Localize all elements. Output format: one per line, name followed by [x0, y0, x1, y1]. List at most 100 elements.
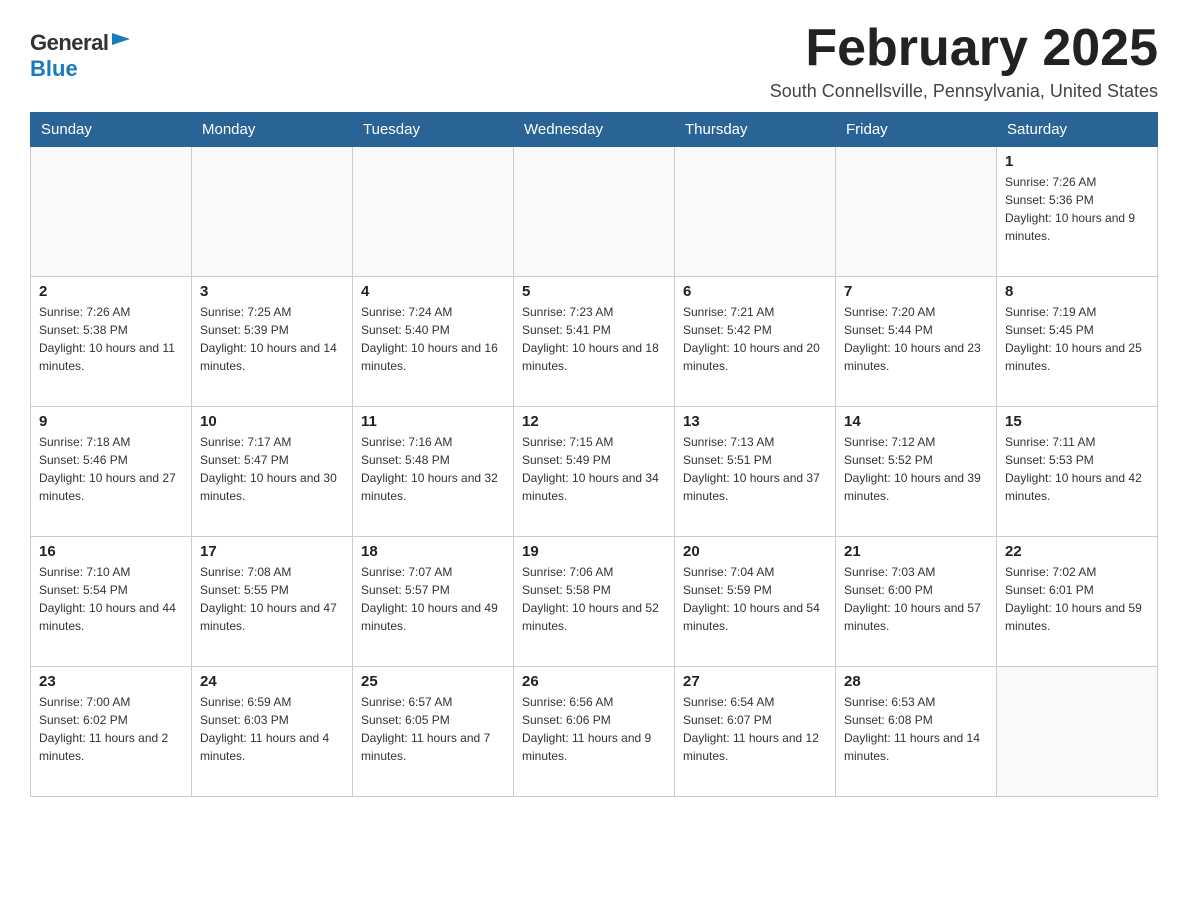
calendar-cell: 8 Sunrise: 7:19 AM Sunset: 5:45 PM Daylig…	[997, 277, 1158, 407]
day-info: Sunrise: 7:08 AM Sunset: 5:55 PM Dayligh…	[200, 563, 344, 635]
day-info: Sunrise: 7:15 AM Sunset: 5:49 PM Dayligh…	[522, 433, 666, 505]
day-info: Sunrise: 7:20 AM Sunset: 5:44 PM Dayligh…	[844, 303, 988, 375]
day-number: 12	[522, 413, 666, 430]
day-info: Sunrise: 7:12 AM Sunset: 5:52 PM Dayligh…	[844, 433, 988, 505]
calendar-dow-friday: Friday	[836, 113, 997, 147]
day-info: Sunrise: 7:19 AM Sunset: 5:45 PM Dayligh…	[1005, 303, 1149, 375]
calendar-dow-thursday: Thursday	[675, 113, 836, 147]
day-number: 8	[1005, 283, 1149, 300]
day-number: 17	[200, 543, 344, 560]
day-number: 7	[844, 283, 988, 300]
day-info: Sunrise: 7:18 AM Sunset: 5:46 PM Dayligh…	[39, 433, 183, 505]
day-number: 2	[39, 283, 183, 300]
day-info: Sunrise: 7:16 AM Sunset: 5:48 PM Dayligh…	[361, 433, 505, 505]
calendar-week-4: 16Sunrise: 7:10 AM Sunset: 5:54 PM Dayli…	[31, 537, 1158, 667]
calendar-cell	[675, 147, 836, 277]
calendar-cell: 28 Sunrise: 6:53 AM Sunset: 6:08 PM Dayli…	[836, 667, 997, 797]
day-number: 28	[844, 673, 988, 690]
day-number: 26	[522, 673, 666, 690]
calendar-cell	[192, 147, 353, 277]
calendar-cell: 26Sunrise: 6:56 AM Sunset: 6:06 PM Dayli…	[514, 667, 675, 797]
day-info: Sunrise: 7:24 AM Sunset: 5:40 PM Dayligh…	[361, 303, 505, 375]
day-info: Sunrise: 7:26 AM Sunset: 5:36 PM Dayligh…	[1005, 173, 1149, 245]
day-info: Sunrise: 7:13 AM Sunset: 5:51 PM Dayligh…	[683, 433, 827, 505]
day-number: 27	[683, 673, 827, 690]
calendar-table: SundayMondayTuesdayWednesdayThursdayFrid…	[30, 112, 1158, 797]
day-number: 9	[39, 413, 183, 430]
day-number: 20	[683, 543, 827, 560]
calendar-header-row: SundayMondayTuesdayWednesdayThursdayFrid…	[31, 113, 1158, 147]
calendar-dow-tuesday: Tuesday	[353, 113, 514, 147]
calendar-cell: 2 Sunrise: 7:26 AM Sunset: 5:38 PM Daylig…	[31, 277, 192, 407]
day-number: 1	[1005, 153, 1149, 170]
calendar-cell: 5Sunrise: 7:23 AM Sunset: 5:41 PM Daylig…	[514, 277, 675, 407]
location-subtitle: South Connellsville, Pennsylvania, Unite…	[770, 81, 1158, 102]
calendar-week-1: 1 Sunrise: 7:26 AM Sunset: 5:36 PM Daylig…	[31, 147, 1158, 277]
day-number: 5	[522, 283, 666, 300]
day-info: Sunrise: 7:26 AM Sunset: 5:38 PM Dayligh…	[39, 303, 183, 375]
day-info: Sunrise: 7:02 AM Sunset: 6:01 PM Dayligh…	[1005, 563, 1149, 635]
day-info: Sunrise: 6:57 AM Sunset: 6:05 PM Dayligh…	[361, 693, 505, 765]
calendar-cell: 7 Sunrise: 7:20 AM Sunset: 5:44 PM Daylig…	[836, 277, 997, 407]
calendar-cell: 16Sunrise: 7:10 AM Sunset: 5:54 PM Dayli…	[31, 537, 192, 667]
calendar-dow-saturday: Saturday	[997, 113, 1158, 147]
day-info: Sunrise: 6:54 AM Sunset: 6:07 PM Dayligh…	[683, 693, 827, 765]
calendar-cell: 23 Sunrise: 7:00 AM Sunset: 6:02 PM Dayli…	[31, 667, 192, 797]
day-info: Sunrise: 7:04 AM Sunset: 5:59 PM Dayligh…	[683, 563, 827, 635]
day-info: Sunrise: 7:06 AM Sunset: 5:58 PM Dayligh…	[522, 563, 666, 635]
day-number: 18	[361, 543, 505, 560]
calendar-cell: 6 Sunrise: 7:21 AM Sunset: 5:42 PM Daylig…	[675, 277, 836, 407]
logo-blue-text: Blue	[30, 56, 78, 82]
day-info: Sunrise: 7:17 AM Sunset: 5:47 PM Dayligh…	[200, 433, 344, 505]
calendar-cell: 15 Sunrise: 7:11 AM Sunset: 5:53 PM Dayli…	[997, 407, 1158, 537]
calendar-cell: 3 Sunrise: 7:25 AM Sunset: 5:39 PM Daylig…	[192, 277, 353, 407]
day-info: Sunrise: 7:07 AM Sunset: 5:57 PM Dayligh…	[361, 563, 505, 635]
day-info: Sunrise: 7:21 AM Sunset: 5:42 PM Dayligh…	[683, 303, 827, 375]
day-number: 23	[39, 673, 183, 690]
calendar-cell: 18 Sunrise: 7:07 AM Sunset: 5:57 PM Dayli…	[353, 537, 514, 667]
day-number: 15	[1005, 413, 1149, 430]
calendar-cell: 22 Sunrise: 7:02 AM Sunset: 6:01 PM Dayli…	[997, 537, 1158, 667]
calendar-cell: 9 Sunrise: 7:18 AM Sunset: 5:46 PM Daylig…	[31, 407, 192, 537]
calendar-cell	[836, 147, 997, 277]
calendar-cell: 13 Sunrise: 7:13 AM Sunset: 5:51 PM Dayli…	[675, 407, 836, 537]
calendar-cell: 1 Sunrise: 7:26 AM Sunset: 5:36 PM Daylig…	[997, 147, 1158, 277]
calendar-cell: 14 Sunrise: 7:12 AM Sunset: 5:52 PM Dayli…	[836, 407, 997, 537]
calendar-cell	[997, 667, 1158, 797]
title-section: February 2025 South Connellsville, Penns…	[770, 20, 1158, 102]
page-header: General Blue February 2025 South Connell…	[30, 20, 1158, 102]
calendar-cell: 17 Sunrise: 7:08 AM Sunset: 5:55 PM Dayli…	[192, 537, 353, 667]
calendar-cell	[31, 147, 192, 277]
day-number: 22	[1005, 543, 1149, 560]
day-number: 25	[361, 673, 505, 690]
logo-general-text: General	[30, 30, 108, 56]
day-info: Sunrise: 6:53 AM Sunset: 6:08 PM Dayligh…	[844, 693, 988, 765]
calendar-week-2: 2 Sunrise: 7:26 AM Sunset: 5:38 PM Daylig…	[31, 277, 1158, 407]
day-number: 13	[683, 413, 827, 430]
calendar-cell: 19 Sunrise: 7:06 AM Sunset: 5:58 PM Dayli…	[514, 537, 675, 667]
calendar-cell: 24Sunrise: 6:59 AM Sunset: 6:03 PM Dayli…	[192, 667, 353, 797]
logo: General Blue	[30, 20, 130, 82]
calendar-cell	[353, 147, 514, 277]
day-info: Sunrise: 7:03 AM Sunset: 6:00 PM Dayligh…	[844, 563, 988, 635]
day-number: 4	[361, 283, 505, 300]
calendar-dow-wednesday: Wednesday	[514, 113, 675, 147]
calendar-cell	[514, 147, 675, 277]
calendar-dow-monday: Monday	[192, 113, 353, 147]
day-info: Sunrise: 7:25 AM Sunset: 5:39 PM Dayligh…	[200, 303, 344, 375]
day-number: 14	[844, 413, 988, 430]
day-number: 19	[522, 543, 666, 560]
day-info: Sunrise: 7:00 AM Sunset: 6:02 PM Dayligh…	[39, 693, 183, 765]
day-number: 6	[683, 283, 827, 300]
day-info: Sunrise: 6:59 AM Sunset: 6:03 PM Dayligh…	[200, 693, 344, 765]
day-number: 3	[200, 283, 344, 300]
calendar-cell: 4 Sunrise: 7:24 AM Sunset: 5:40 PM Daylig…	[353, 277, 514, 407]
calendar-cell: 20 Sunrise: 7:04 AM Sunset: 5:59 PM Dayli…	[675, 537, 836, 667]
calendar-week-3: 9 Sunrise: 7:18 AM Sunset: 5:46 PM Daylig…	[31, 407, 1158, 537]
calendar-dow-sunday: Sunday	[31, 113, 192, 147]
day-number: 16	[39, 543, 183, 560]
calendar-cell: 12 Sunrise: 7:15 AM Sunset: 5:49 PM Dayli…	[514, 407, 675, 537]
day-info: Sunrise: 7:11 AM Sunset: 5:53 PM Dayligh…	[1005, 433, 1149, 505]
day-number: 21	[844, 543, 988, 560]
logo-flag-icon	[112, 33, 130, 51]
